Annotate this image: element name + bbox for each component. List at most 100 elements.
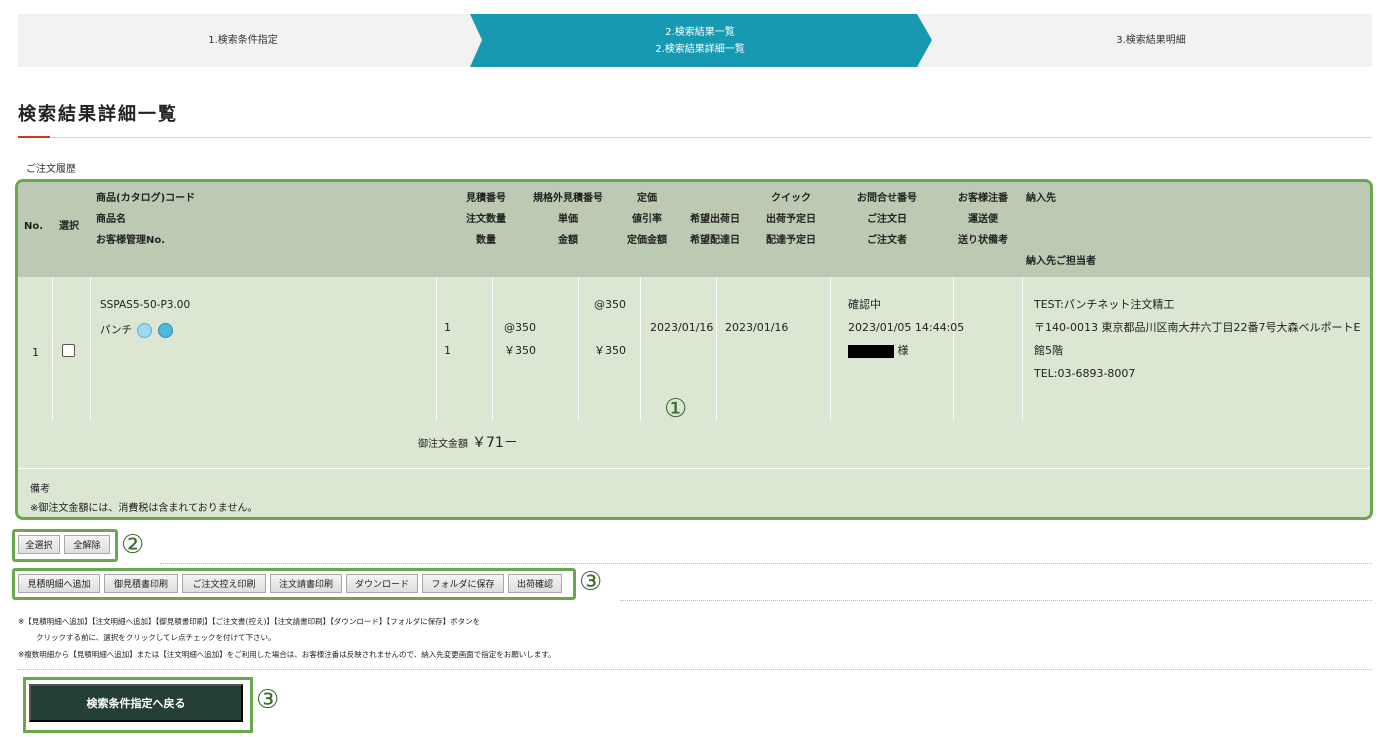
- print-order-form-button[interactable]: 注文請書印刷: [270, 574, 342, 593]
- header-inquiry-no: お問合せ番号: [857, 193, 917, 204]
- row-product-name[interactable]: パンチ: [100, 324, 132, 336]
- col-divider: [830, 277, 831, 420]
- step-progress-bar: 1.検索条件指定 2.検索結果一覧 2.検索結果詳細一覧 3.検索結果明細: [18, 14, 1372, 67]
- header-desired-delivery-date: 希望配達日: [690, 235, 740, 246]
- row-delivery-date: 2023/01/16: [725, 321, 789, 334]
- header-order-date: ご注文日: [867, 214, 907, 225]
- header-dates: 希望出荷日 希望配達日: [683, 209, 747, 251]
- header-no: No.: [24, 221, 44, 232]
- title-accent-bar: [18, 136, 50, 138]
- header-select: 選択: [59, 221, 79, 232]
- table-header: No. 選択 商品(カタログ)コード 商品名 お客様管理No. 見積番号 注文数…: [18, 182, 1370, 277]
- header-order-qty: 注文数量: [466, 214, 506, 225]
- annotation-3b: ③: [256, 685, 280, 715]
- dotted-separator: [18, 669, 1372, 670]
- header-ship-plan-date: 出荷予定日: [766, 214, 816, 225]
- col-divider: [578, 277, 579, 420]
- annotation-3a: ③: [579, 567, 603, 597]
- col-divider: [52, 277, 53, 420]
- step-2-label-2: 2.検索結果詳細一覧: [655, 43, 745, 55]
- header-quick: クイック 出荷予定日 配達予定日: [754, 188, 828, 251]
- chat-bubble-icon[interactable]: [157, 322, 173, 338]
- add-to-quote-button[interactable]: 見積明細へ追加: [18, 574, 100, 593]
- col-divider: [90, 277, 91, 420]
- row-orderer-suffix: 様: [897, 344, 909, 357]
- header-customer-order-no: お客様注番: [958, 193, 1008, 204]
- notes-label: 備考: [30, 484, 50, 495]
- ship-confirm-button[interactable]: 出荷確認: [508, 574, 562, 593]
- header-orderer: ご注文者: [867, 235, 907, 246]
- row-delivery-cell: TEST:パンチネット注文精工 〒140-0013 東京都品川区南大井六丁目22…: [1034, 293, 1370, 385]
- download-button[interactable]: ダウンロード: [346, 574, 418, 593]
- header-quote-no: 見積番号: [466, 193, 506, 204]
- footnote-3: ※複数明細から【見積明細へ追加】または【注文明細へ追加】をご利用した場合は、お客…: [18, 650, 556, 659]
- dotted-separator: [160, 563, 1372, 564]
- row-delivery-name: TEST:パンチネット注文精工: [1034, 298, 1175, 311]
- step-1-label: 1.検索条件指定: [208, 35, 278, 46]
- header-product-code: 商品(カタログ)コード: [96, 193, 196, 204]
- header-qty: 数量: [476, 235, 496, 246]
- header-product-name: 商品名: [96, 214, 126, 225]
- row-select-checkbox[interactable]: [62, 344, 75, 357]
- save-to-folder-button[interactable]: フォルダに保存: [422, 574, 504, 593]
- step-3: 3.検索結果明細: [930, 14, 1372, 67]
- deselect-all-button[interactable]: 全解除: [64, 535, 110, 554]
- select-button-group: 全選択 全解除: [12, 529, 118, 562]
- col-divider: [1022, 277, 1023, 420]
- row-list-price-cell: @350 ￥350: [594, 293, 626, 362]
- row-inquiry-cell: 確認中 2023/01/05 14:44:05 様: [848, 293, 964, 362]
- action-button-group: 見積明細へ追加 御見積書印刷 ご注文控え印刷 注文請書印刷 ダウンロード フォル…: [12, 568, 576, 600]
- row-status: 確認中: [848, 298, 881, 311]
- back-button-highlight: 検索条件指定へ戻る: [23, 677, 253, 733]
- row-delivery-address: 〒140-0013 東京都品川区南大井六丁目22番7号大森ベルポートE館5階: [1034, 321, 1361, 357]
- row-no: 1: [32, 346, 39, 359]
- page-title: 検索結果詳細一覧: [18, 104, 178, 125]
- col-divider: [716, 277, 717, 420]
- print-quote-button[interactable]: 御見積書印刷: [104, 574, 178, 593]
- header-delivery-to: 納入先: [1026, 193, 1056, 204]
- header-nonstd-quote-no: 規格外見積番号: [533, 193, 603, 204]
- row-product-cell: SSPAS5-50-P3.00 パンチ: [100, 293, 190, 343]
- header-desired-ship-date: 希望出荷日: [690, 214, 740, 225]
- col-divider: [436, 277, 437, 420]
- header-list-price: 定価: [637, 193, 657, 204]
- row-list-price: @350: [594, 298, 626, 311]
- order-total-label: 御注文金額: [418, 439, 468, 450]
- row-orderer: 様: [848, 339, 964, 362]
- chat-bubble-icon[interactable]: [137, 322, 153, 338]
- header-invoice-note: 送り状備考: [958, 235, 1008, 246]
- col-divider: [640, 277, 641, 420]
- order-total: 御注文金額 ￥71－: [418, 432, 518, 452]
- row-list-amount: ￥350: [594, 344, 626, 357]
- footnote-2: クリックする前に、選択をクリックしてレ点チェックを付けて下さい。: [36, 633, 276, 642]
- row-product-name-line: パンチ: [100, 318, 190, 343]
- header-amount: 金額: [558, 235, 578, 246]
- notes-text: ※御注文金額には、消費税は含まれておりません。: [30, 503, 258, 514]
- header-inquiry: お問合せ番号 ご注文日 ご注文者: [844, 188, 930, 251]
- header-delivery-contact: 納入先ご担当者: [1026, 256, 1096, 267]
- back-to-search-button[interactable]: 検索条件指定へ戻る: [29, 684, 243, 722]
- order-total-amount: ￥71－: [472, 435, 518, 451]
- header-price: 定価 値引率 定価金額: [620, 188, 674, 251]
- row-unit-price: @350: [504, 321, 536, 334]
- row-order-date: 2023/01/05 14:44:05: [848, 321, 965, 334]
- header-quote: 見積番号 注文数量 数量: [461, 188, 511, 251]
- print-order-copy-button[interactable]: ご注文控え印刷: [182, 574, 266, 593]
- step-2-label-1: 2.検索結果一覧: [665, 26, 735, 38]
- header-customer: お客様注番 運送便 送り状備考: [950, 188, 1016, 251]
- title-divider: [18, 137, 1372, 138]
- row-amount: ￥350: [504, 344, 536, 357]
- row-delivery-tel: TEL:03-6893-8007: [1034, 367, 1136, 380]
- step-3-label: 3.検索結果明細: [1116, 35, 1186, 46]
- header-product: 商品(カタログ)コード 商品名 お客様管理No.: [96, 188, 195, 251]
- select-all-button[interactable]: 全選択: [18, 535, 60, 554]
- col-divider: [492, 277, 493, 420]
- header-discount-rate: 値引率: [632, 214, 662, 225]
- notes-section: 備考 ※御注文金額には、消費税は含まれておりません。: [30, 480, 258, 517]
- header-nonstd: 規格外見積番号 単価 金額: [523, 188, 613, 251]
- row-qty-cell: 1 1: [444, 316, 451, 362]
- header-customer-no: お客様管理No.: [96, 235, 166, 246]
- row-divider: [18, 468, 1370, 469]
- row-order-qty: 1: [444, 321, 451, 334]
- redacted-name: [848, 344, 894, 358]
